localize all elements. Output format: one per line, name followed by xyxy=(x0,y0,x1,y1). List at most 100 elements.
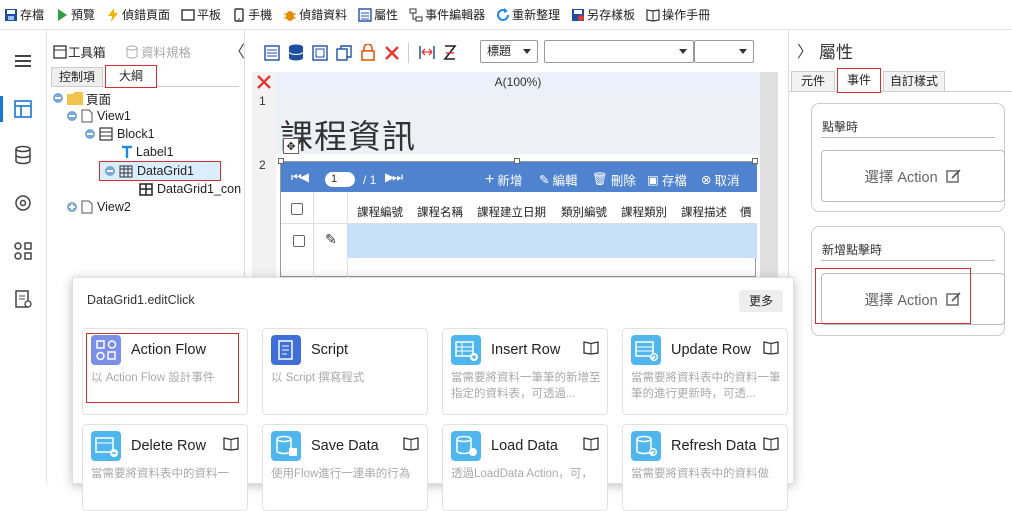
select-all-checkbox[interactable] xyxy=(291,203,303,215)
last-page-icon[interactable]: ▶⏭ xyxy=(385,170,403,185)
copy-icon[interactable] xyxy=(336,45,352,61)
row-checkbox[interactable] xyxy=(293,235,305,247)
action-title: Script xyxy=(311,342,349,358)
tab-custom-style[interactable]: 自訂樣式 xyxy=(883,71,945,92)
tree-node-label1[interactable]: Label1 xyxy=(121,143,174,161)
action-card-script[interactable]: Script 以 Script 撰寫程式 xyxy=(262,328,428,415)
grid-cancel-button[interactable]: ⊗ 取消 xyxy=(701,170,740,189)
preview-button[interactable]: 預覽 xyxy=(55,6,95,23)
container-icon[interactable] xyxy=(312,45,328,61)
expand-panel-icon[interactable]: 〉 xyxy=(797,38,813,62)
manual-button[interactable]: 操作手冊 xyxy=(646,6,710,23)
book-icon[interactable] xyxy=(223,437,239,451)
resize-handle[interactable] xyxy=(514,158,520,164)
book-icon[interactable] xyxy=(763,437,779,451)
grid-edit-button[interactable]: ✎ 編輯 xyxy=(539,170,578,189)
datagrid[interactable]: ⏮◀ 1 / 1 ▶⏭ + 新增 ✎ 編輯 🗑 刪除 ▣ 存檔 ⊗ 取消 課程編號 課程名… xyxy=(280,161,757,277)
resize-handle[interactable] xyxy=(278,158,284,164)
book-icon[interactable] xyxy=(583,437,599,451)
action-card-refresh-data[interactable]: Refresh Data 當需要將資料表中的資料做 xyxy=(622,424,788,511)
page-input[interactable]: 1 xyxy=(325,172,355,187)
grid-add-button[interactable]: + 新增 xyxy=(485,170,522,189)
flow-icon[interactable] xyxy=(12,240,34,262)
expand-toggle-icon[interactable] xyxy=(67,202,77,212)
grid-column-header[interactable]: 課程名稱 xyxy=(417,204,463,220)
heading-select[interactable]: 標題 xyxy=(480,40,538,63)
tree-node-page[interactable]: 頁面 xyxy=(53,89,111,107)
event-divider xyxy=(821,260,995,261)
action-card-save-data[interactable]: Save Data 使用Flow進行一連串的行為 xyxy=(262,424,428,511)
collapse-toggle-icon[interactable] xyxy=(85,129,95,139)
grid-delete-button[interactable]: 🗑 刪除 xyxy=(592,170,636,189)
action-card-insert-row[interactable]: Insert Row 當需要將資料一筆筆的新增至指定的資料表，可透過... xyxy=(442,328,608,415)
tablet-button[interactable]: 平板 xyxy=(181,6,221,23)
collapse-toggle-icon[interactable] xyxy=(53,93,63,103)
tab-events[interactable]: 事件 xyxy=(837,68,881,93)
toolbox-button[interactable]: 工具箱 xyxy=(53,42,106,61)
grid-data-row[interactable] xyxy=(347,224,757,258)
tab-outline[interactable]: 大綱 xyxy=(105,65,157,88)
tree-node-datagrid1-con[interactable]: DataGrid1_con xyxy=(139,180,241,198)
action-card-delete-row[interactable]: Delete Row 當需要將資料表中的資料一 xyxy=(82,424,248,511)
delete-icon[interactable] xyxy=(384,45,400,61)
grid-icon xyxy=(119,165,133,177)
chevron-down-icon xyxy=(679,49,687,54)
action-card-update-row[interactable]: Update Row 當需要將資料表中的資料一筆筆的進行更新時，可透... xyxy=(622,328,788,415)
move-handle-icon[interactable]: ✥ xyxy=(283,138,299,154)
corner-delete-icon[interactable] xyxy=(252,72,276,92)
grid-column-header[interactable]: 課程類別 xyxy=(621,204,667,220)
grid-save-button[interactable]: ▣ 存檔 xyxy=(647,170,687,189)
book-icon[interactable] xyxy=(763,341,779,355)
layout-icon[interactable] xyxy=(12,98,34,120)
database-icon[interactable] xyxy=(12,144,34,166)
event-editor-button[interactable]: 事件編輯器 xyxy=(409,6,485,23)
grid-column-header[interactable]: 價 xyxy=(740,204,756,220)
select-action-button[interactable]: 選擇 Action xyxy=(821,150,1005,202)
width-icon[interactable] xyxy=(418,44,436,61)
page-title[interactable]: 課程資訊 xyxy=(280,110,416,158)
action-card-load-data[interactable]: Load Data 透過LoadData Action，可， xyxy=(442,424,608,511)
debug-page-button[interactable]: 偵錯頁面 xyxy=(106,6,170,23)
grid-column-header[interactable]: 課程編號 xyxy=(357,204,403,220)
hamburger-menu-icon[interactable] xyxy=(12,50,34,72)
properties-button[interactable]: 屬性 xyxy=(358,6,398,23)
book-icon[interactable] xyxy=(403,437,419,451)
row-edit-icon[interactable]: ✎ xyxy=(325,231,337,248)
tree-node-view1[interactable]: View1 xyxy=(67,107,131,125)
column-header[interactable]: A(100%) xyxy=(276,72,760,92)
more-button[interactable]: 更多 xyxy=(739,290,783,312)
grid-column-header[interactable]: 類別編號 xyxy=(561,204,607,220)
first-page-icon[interactable]: ⏮◀ xyxy=(291,170,309,185)
sync-icon[interactable] xyxy=(12,192,34,214)
debug-data-button[interactable]: 偵錯資料 xyxy=(283,6,347,23)
collapse-toggle-icon[interactable] xyxy=(105,166,115,176)
tree-node-datagrid1[interactable]: DataGrid1 xyxy=(99,161,221,181)
action-title: Insert Row xyxy=(491,342,561,358)
debug-page-label: 偵錯頁面 xyxy=(122,8,171,22)
collapse-panel-icon[interactable]: 〈 xyxy=(229,38,245,62)
phone-button[interactable]: 手機 xyxy=(232,6,272,23)
tab-component[interactable]: 元件 xyxy=(791,71,835,92)
action-title: Load Data xyxy=(491,438,558,454)
rail-active-indicator xyxy=(0,96,3,122)
refresh-button[interactable]: 重新整理 xyxy=(496,6,560,23)
book-icon[interactable] xyxy=(583,341,599,355)
lock-icon[interactable] xyxy=(360,44,376,61)
data-spec-button[interactable]: 資料規格 xyxy=(125,42,191,61)
sort-icon[interactable] xyxy=(442,44,458,61)
tree-node-label: DataGrid1_con xyxy=(157,182,242,196)
grid-column-header[interactable]: 課程建立日期 xyxy=(477,204,546,220)
font-select[interactable] xyxy=(544,40,694,63)
database-icon[interactable] xyxy=(288,44,304,61)
save-as-template-button[interactable]: 另存樣板 xyxy=(571,6,635,23)
tree-node-block1[interactable]: Block1 xyxy=(85,125,155,143)
resize-handle[interactable] xyxy=(752,158,758,164)
size-select[interactable] xyxy=(694,40,754,63)
tab-controls[interactable]: 控制項 xyxy=(51,67,103,87)
grid-column-header[interactable]: 課程描述 xyxy=(681,204,727,220)
save-button[interactable]: 存檔 xyxy=(4,6,44,23)
tree-node-view2[interactable]: View2 xyxy=(67,198,131,216)
list-icon[interactable] xyxy=(264,45,280,61)
collapse-toggle-icon[interactable] xyxy=(67,111,77,121)
settings-doc-icon[interactable] xyxy=(12,288,34,310)
